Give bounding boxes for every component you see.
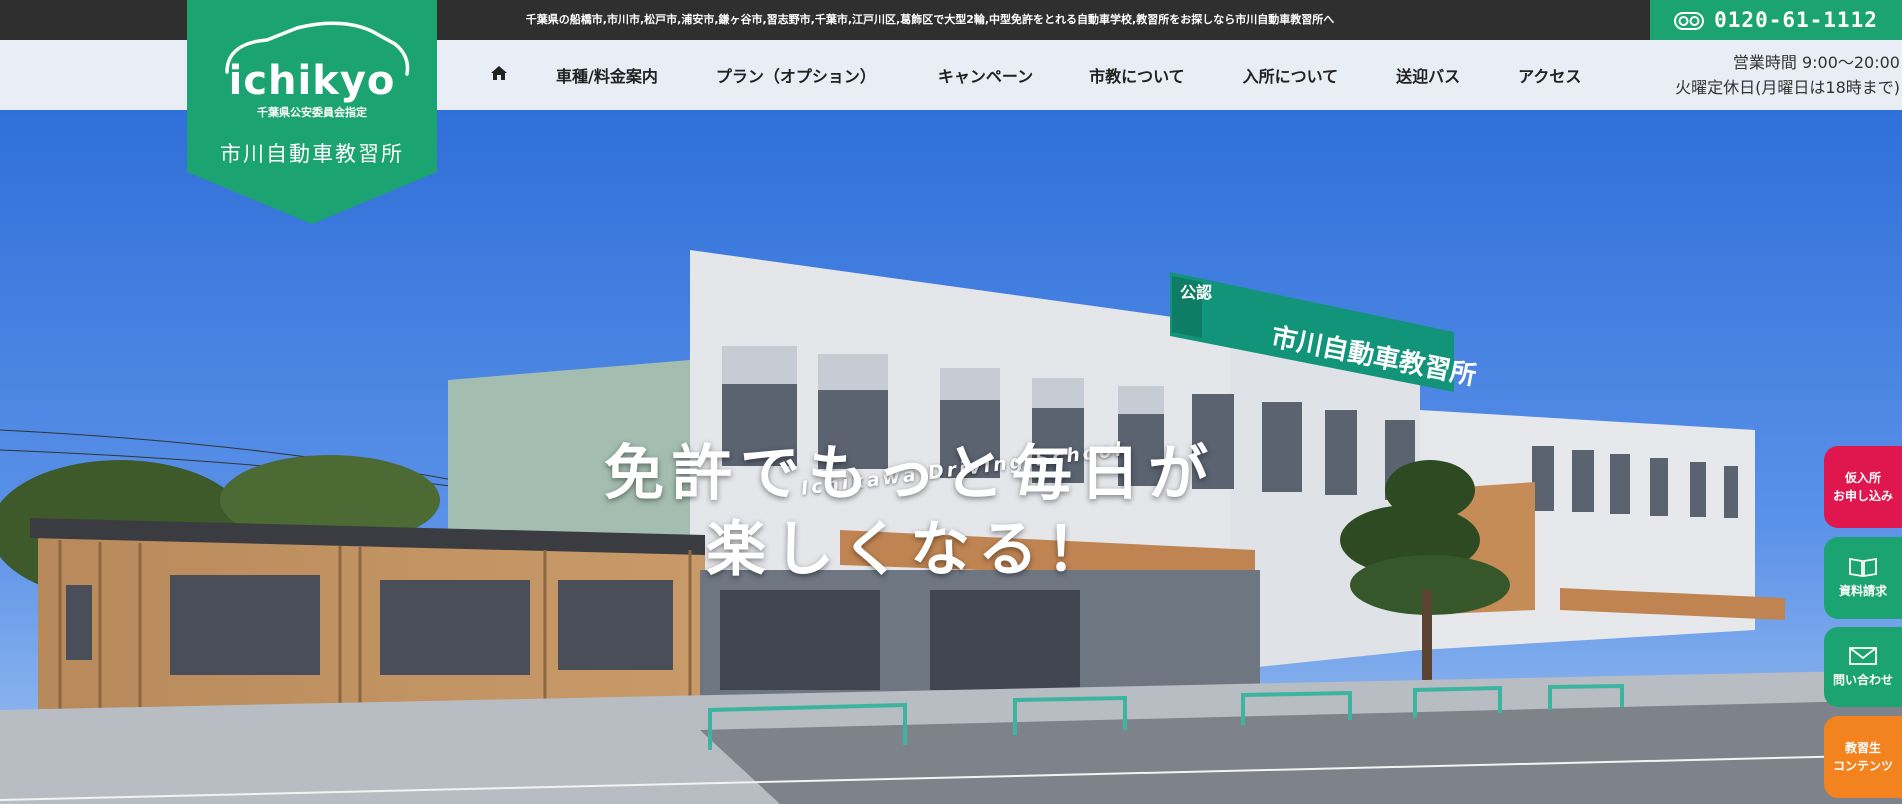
sign-small-text: 公認: [1180, 283, 1212, 302]
closed-days-line: 火曜定休日(月曜日は18時まで): [1675, 78, 1900, 97]
mail-icon: [1849, 647, 1877, 665]
nav-item-enrollment[interactable]: 入所について: [1243, 63, 1339, 87]
logo-wordmark: ichikyo: [228, 58, 396, 104]
nav-item-campaign[interactable]: キャンペーン: [938, 63, 1033, 87]
phone-number-button[interactable]: 0120-61-1112: [1650, 0, 1902, 40]
logo-school-name: 市川自動車教習所: [220, 142, 404, 166]
phone-number: 0120-61-1112: [1714, 8, 1878, 32]
hero-headline-line2: 楽しくなる！: [706, 515, 1114, 585]
business-hours-line: 営業時間 9:00〜20:00: [1732, 53, 1900, 72]
apply-button-line2: お申し込み: [1832, 489, 1893, 503]
hero-headline: 免許でもっと毎日が 楽しくなる！: [560, 436, 1260, 588]
book-icon: [1849, 557, 1877, 578]
top-tagline: 千葉県の船橋市,市川市,松戸市,浦安市,鎌ヶ谷市,習志野市,千葉市,江戸川区,葛…: [525, 13, 1335, 26]
contact-button[interactable]: 問い合わせ: [1824, 627, 1902, 707]
main-nav: 車種/料金案内 プラン（オプション） キャンペーン 市教について 入所について …: [480, 40, 1581, 110]
request-docs-label: 資料請求: [1838, 584, 1887, 598]
nav-item-vehicles-fees[interactable]: 車種/料金案内: [556, 63, 658, 87]
students-content-line1: 教習生: [1844, 741, 1881, 755]
nav-item-access[interactable]: アクセス: [1518, 63, 1581, 87]
site-logo[interactable]: ichikyo 千葉県公安委員会指定 市川自動車教習所: [187, 0, 437, 224]
home-icon: [491, 66, 507, 80]
students-content-line2: コンテンツ: [1832, 759, 1893, 773]
students-content-button[interactable]: 教習生 コンテンツ: [1824, 716, 1902, 798]
request-docs-button[interactable]: 資料請求: [1824, 537, 1902, 619]
logo-subtitle: 千葉県公安委員会指定: [257, 106, 367, 119]
apply-button[interactable]: 仮入所 お申し込み: [1824, 446, 1902, 528]
hero-headline-line1: 免許でもっと毎日が: [604, 439, 1216, 509]
apply-button-line1: 仮入所: [1844, 471, 1881, 485]
business-hours: 営業時間 9:00〜20:00 火曜定休日(月曜日は18時まで): [1675, 50, 1900, 100]
nav-home[interactable]: [490, 65, 508, 85]
freedial-icon: [1674, 11, 1705, 30]
contact-label: 問い合わせ: [1832, 673, 1893, 687]
nav-item-about[interactable]: 市教について: [1089, 63, 1185, 87]
nav-item-shuttle-bus[interactable]: 送迎バス: [1396, 63, 1460, 87]
nav-item-plans[interactable]: プラン（オプション）: [716, 63, 876, 87]
